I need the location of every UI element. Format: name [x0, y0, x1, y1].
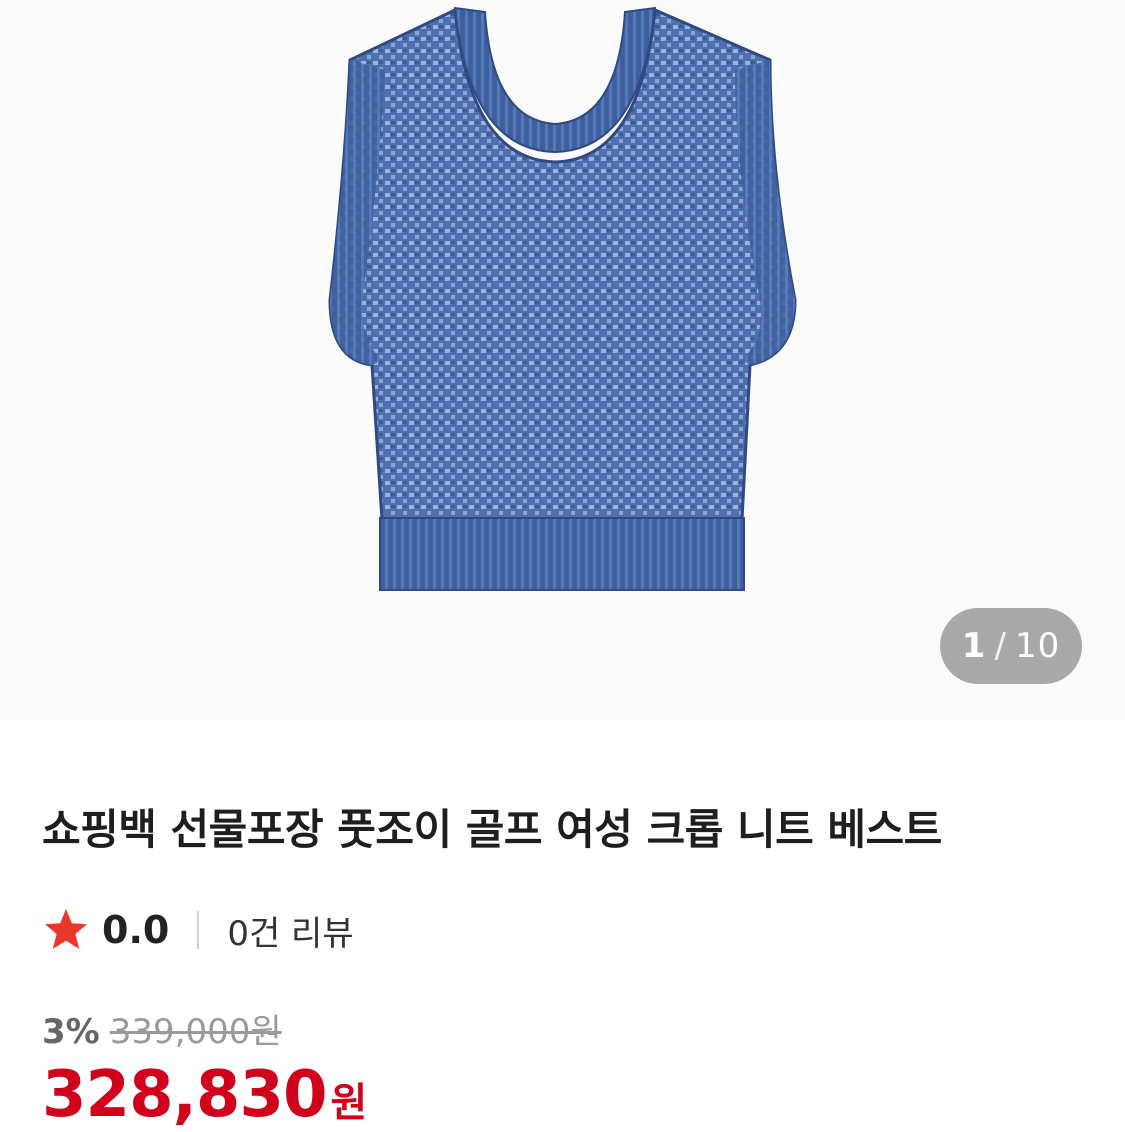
rating-score: 0.0	[102, 908, 170, 952]
product-image[interactable]: 1 / 10	[0, 0, 1125, 720]
sale-price: 328,830	[42, 1058, 327, 1132]
review-count-link[interactable]: 0건 리뷰	[227, 906, 353, 955]
image-page-separator: /	[994, 626, 1007, 666]
sale-price-currency: 원	[330, 1080, 368, 1126]
image-page-current: 1	[961, 626, 987, 666]
knit-vest-illustration	[328, 6, 797, 591]
image-page-indicator: 1 / 10	[940, 608, 1082, 684]
image-page-total: 10	[1014, 626, 1061, 666]
original-price: 339,000원	[109, 1012, 282, 1052]
rating-row[interactable]: 0.0 0건 리뷰	[42, 904, 354, 956]
product-title: 쇼핑백 선물포장 풋조이 골프 여성 크롭 니트 베스트	[42, 805, 942, 854]
star-icon	[45, 909, 87, 949]
discount-rate: 3%	[42, 1012, 100, 1052]
discount-row: 3% 339,000원	[42, 1004, 282, 1053]
sale-price-row: 328,830 원	[42, 1058, 367, 1132]
rating-divider	[197, 911, 200, 949]
